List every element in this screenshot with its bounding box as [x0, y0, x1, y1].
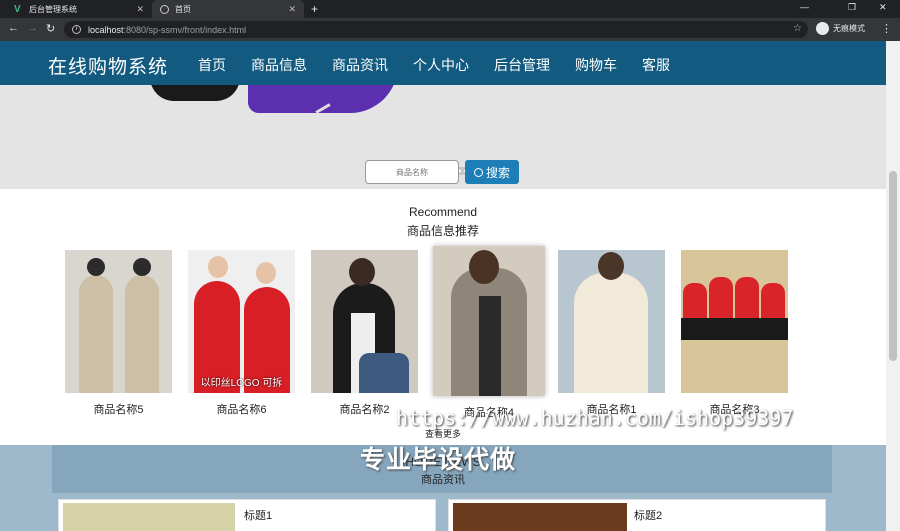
product-card[interactable]: 商品名称1 [558, 250, 665, 417]
product-image[interactable]: 以印丝LOGO 可拆 [188, 250, 295, 393]
url-path: :8080/sp-ssmv/front/index.html [123, 24, 247, 35]
product-card[interactable]: 商品名称4 [433, 246, 545, 420]
incognito-label: 无痕模式 [833, 24, 865, 33]
close-icon[interactable]: ✕ [136, 4, 144, 15]
restore-icon[interactable]: ❐ [848, 2, 856, 13]
minimize-icon[interactable]: — [800, 2, 809, 12]
incognito-badge[interactable]: 无痕模式 [816, 22, 865, 35]
search-input[interactable] [365, 160, 459, 184]
url-input[interactable]: i localhost:8080/sp-ssmv/front/index.htm… [64, 21, 808, 38]
search-button-label: 搜索 [485, 165, 510, 180]
nav-cart[interactable]: 购物车 [575, 55, 617, 75]
site-brand[interactable]: 在线购物系统 [48, 52, 168, 79]
product-image[interactable] [433, 246, 545, 396]
main-menu: 首页 商品信息 商品资讯 个人中心 后台管理 购物车 客服 [198, 55, 695, 75]
new-tab-icon[interactable]: + [311, 2, 318, 16]
info-icon[interactable]: i [72, 25, 81, 34]
reload-icon[interactable]: ↻ [46, 22, 55, 35]
star-icon[interactable]: ☆ [793, 23, 802, 34]
more-menu-icon[interactable]: ⋮ [881, 22, 892, 35]
nav-profile[interactable]: 个人中心 [413, 55, 469, 75]
globe-icon [160, 4, 169, 14]
product-card[interactable]: 商品名称3 [681, 250, 788, 417]
news-card[interactable]: 标题1 [58, 499, 436, 531]
nav-products[interactable]: 商品信息 [251, 55, 307, 75]
browser-tab-home[interactable]: 首页 ✕ [152, 0, 304, 18]
page-scrollbar[interactable] [886, 41, 900, 531]
nav-admin[interactable]: 后台管理 [494, 55, 550, 75]
product-image[interactable] [311, 250, 418, 393]
search-icon [473, 167, 483, 177]
news-card-title[interactable]: 标题1 [244, 507, 272, 523]
news-card-title[interactable]: 标题2 [634, 507, 662, 523]
watermark-url: https://www.huzhan.com/ishop39397 [396, 406, 794, 430]
nav-home[interactable]: 首页 [198, 55, 226, 75]
browser-address-bar: ← → ↻ i localhost:8080/sp-ssmv/front/ind… [0, 18, 900, 41]
product-name[interactable]: 商品名称6 [188, 401, 295, 417]
nav-service[interactable]: 客服 [642, 55, 670, 75]
site-navbar: 在线购物系统 首页 商品信息 商品资讯 个人中心 后台管理 购物车 客服 [0, 41, 886, 85]
browser-tab-admin[interactable]: V 后台管理系统 ✕ [6, 0, 152, 18]
news-thumbnail[interactable] [63, 503, 235, 531]
search-button[interactable]: 搜索 [465, 160, 519, 184]
vue-logo-icon: V [14, 3, 21, 15]
banner-shoe-image [150, 85, 240, 101]
close-icon[interactable]: ✕ [288, 4, 296, 15]
search-bar: 搜索 [365, 160, 519, 184]
product-name[interactable]: 商品名称5 [65, 401, 172, 417]
product-image[interactable] [558, 250, 665, 393]
url-host: localhost [88, 24, 124, 35]
recommend-title-cn: 商品信息推荐 [406, 224, 479, 238]
product-image[interactable] [681, 250, 788, 393]
back-icon[interactable]: ← [8, 22, 19, 34]
forward-icon[interactable]: → [27, 22, 38, 34]
tab-title: 首页 [175, 4, 191, 14]
news-card[interactable]: 标题2 [448, 499, 826, 531]
scrollbar-thumb[interactable] [889, 171, 897, 361]
product-card[interactable]: 商品名称5 [65, 250, 172, 417]
incognito-icon [816, 22, 829, 35]
product-image[interactable] [65, 250, 172, 393]
product-card[interactable]: 以印丝LOGO 可拆 商品名称6 [188, 250, 295, 417]
product-image-text: 以印丝LOGO [200, 378, 260, 389]
tab-title: 后台管理系统 [29, 4, 77, 14]
product-image-text: 可拆 [262, 378, 283, 389]
product-card[interactable]: 商品名称2 [311, 250, 418, 417]
recommend-title-en: Recommend [408, 205, 478, 219]
watermark-text: 专业毕设代做 [360, 446, 517, 474]
browser-tab-strip: V 后台管理系统 ✕ 首页 ✕ + — ❐ ✕ [0, 0, 900, 18]
close-window-icon[interactable]: ✕ [879, 2, 887, 13]
news-thumbnail[interactable] [453, 503, 627, 531]
nav-news[interactable]: 商品资讯 [332, 55, 388, 75]
